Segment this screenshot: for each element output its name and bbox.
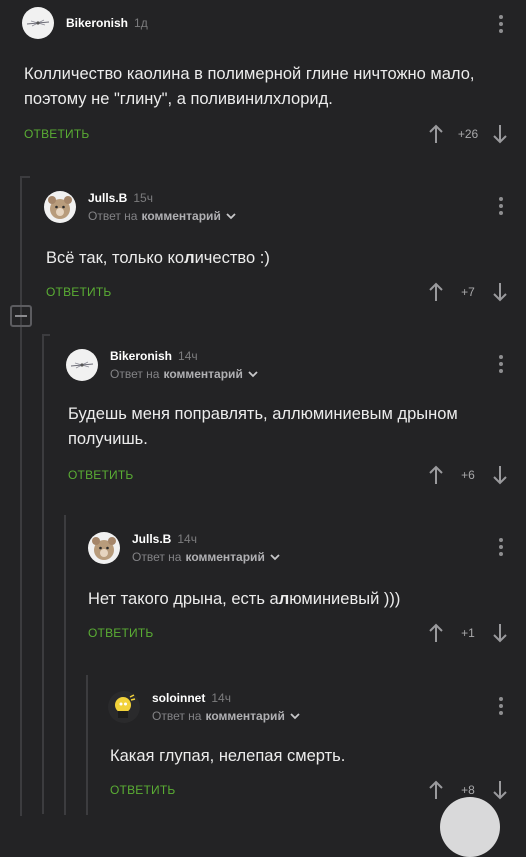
reply-to-prefix: Ответ на xyxy=(110,367,160,381)
reply-button[interactable]: ОТВЕТИТЬ xyxy=(88,626,153,640)
comment-header: Julls.B 14ч Ответ на комментарий xyxy=(88,525,280,571)
comment-time: 14ч xyxy=(178,349,198,363)
downvote-button[interactable] xyxy=(490,463,510,487)
thread-connector xyxy=(42,334,50,336)
thread-line xyxy=(86,675,88,815)
arrow-up-icon xyxy=(429,623,443,642)
arrow-down-icon xyxy=(493,781,507,800)
comment-time: 15ч xyxy=(133,191,153,205)
thread-line xyxy=(42,334,44,814)
comment-text: Нет такого дрына, есть алюминиевый ))) xyxy=(88,590,401,608)
downvote-button[interactable] xyxy=(490,621,510,645)
downvote-button[interactable] xyxy=(490,280,510,304)
reply-button[interactable]: ОТВЕТИТЬ xyxy=(110,783,175,797)
reply-to-target[interactable]: комментарий xyxy=(205,709,284,723)
score: +26 xyxy=(457,127,479,141)
upvote-button[interactable] xyxy=(426,463,446,487)
arrow-down-icon xyxy=(493,624,507,643)
comment-time: 14ч xyxy=(211,691,231,705)
score: +6 xyxy=(461,468,475,482)
chevron-down-icon xyxy=(226,212,236,219)
more-options-button[interactable] xyxy=(496,535,506,559)
more-options-button[interactable] xyxy=(496,194,506,218)
avatar[interactable] xyxy=(108,691,140,723)
thread-line xyxy=(64,515,66,815)
upvote-button[interactable] xyxy=(426,621,446,645)
arrow-up-icon xyxy=(429,282,443,301)
comment-header: Bikeronish 1д xyxy=(22,0,148,46)
downvote-button[interactable] xyxy=(490,122,510,146)
vote-controls: +1 xyxy=(426,621,510,645)
author-name[interactable]: Julls.B xyxy=(132,532,171,546)
bear-avatar-icon xyxy=(92,537,116,560)
arrow-down-icon xyxy=(493,283,507,302)
thread-connector xyxy=(20,176,30,178)
comment-header: soloinnet 14ч Ответ на комментарий xyxy=(108,684,300,730)
reply-button[interactable]: ОТВЕТИТЬ xyxy=(46,285,111,299)
chevron-down-icon xyxy=(290,712,300,719)
chevron-down-icon xyxy=(248,370,258,377)
arrow-up-icon xyxy=(429,465,443,484)
comment-text: Всё так, только количество :) xyxy=(46,249,270,267)
author-name[interactable]: Bikeronish xyxy=(110,349,172,363)
reply-button[interactable]: ОТВЕТИТЬ xyxy=(68,468,133,482)
reply-button[interactable]: ОТВЕТИТЬ xyxy=(24,127,89,141)
score: +8 xyxy=(461,783,475,797)
more-options-button[interactable] xyxy=(496,352,506,376)
vote-controls: +26 xyxy=(426,122,510,146)
collapse-thread-button[interactable] xyxy=(10,305,32,327)
author-name[interactable]: Bikeronish xyxy=(66,16,128,30)
upvote-button[interactable] xyxy=(426,122,446,146)
reply-to[interactable]: Ответ на комментарий xyxy=(132,550,280,564)
comment-time: 1д xyxy=(134,16,148,30)
author-name[interactable]: soloinnet xyxy=(152,691,205,705)
comment-header: Julls.B 15ч Ответ на комментарий xyxy=(44,184,236,230)
comment-header: Bikeronish 14ч Ответ на комментарий xyxy=(66,342,258,388)
thread-line xyxy=(20,176,22,816)
upvote-button[interactable] xyxy=(426,778,446,802)
arrow-up-icon xyxy=(429,124,443,143)
reply-to-prefix: Ответ на xyxy=(88,209,138,223)
reply-to-target[interactable]: комментарий xyxy=(141,209,220,223)
propeller-sketch-avatar-icon xyxy=(26,19,50,27)
reply-to-target[interactable]: комментарий xyxy=(163,367,242,381)
reply-to[interactable]: Ответ на комментарий xyxy=(88,209,236,223)
author-name[interactable]: Julls.B xyxy=(88,191,127,205)
more-options-button[interactable] xyxy=(496,694,506,718)
avatar[interactable] xyxy=(44,191,76,223)
chevron-down-icon xyxy=(270,553,280,560)
comment-text: Будешь меня поправлять, аллюминиевым дры… xyxy=(68,405,458,448)
floating-action-button[interactable] xyxy=(440,797,500,857)
propeller-sketch-avatar-icon xyxy=(70,361,94,369)
avatar[interactable] xyxy=(88,532,120,564)
bear-avatar-icon xyxy=(48,196,72,219)
comment-text: Какая глупая, нелепая смерть. xyxy=(110,747,346,765)
avatar[interactable] xyxy=(22,7,54,39)
avatar[interactable] xyxy=(66,349,98,381)
reply-to-prefix: Ответ на xyxy=(152,709,202,723)
score: +1 xyxy=(461,626,475,640)
reply-to[interactable]: Ответ на комментарий xyxy=(152,709,300,723)
comment-text: Колличество каолина в полимерной глине н… xyxy=(24,65,475,108)
homer-avatar-icon xyxy=(115,694,136,718)
score: +7 xyxy=(461,285,475,299)
arrow-down-icon xyxy=(493,466,507,485)
comment-time: 14ч xyxy=(177,532,197,546)
arrow-up-icon xyxy=(429,780,443,799)
reply-to[interactable]: Ответ на комментарий xyxy=(110,367,258,381)
reply-to-target[interactable]: комментарий xyxy=(185,550,264,564)
vote-controls: +7 xyxy=(426,280,510,304)
vote-controls: +6 xyxy=(426,463,510,487)
reply-to-prefix: Ответ на xyxy=(132,550,182,564)
upvote-button[interactable] xyxy=(426,280,446,304)
more-options-button[interactable] xyxy=(496,12,506,36)
arrow-down-icon xyxy=(493,125,507,144)
downvote-button[interactable] xyxy=(490,778,510,802)
